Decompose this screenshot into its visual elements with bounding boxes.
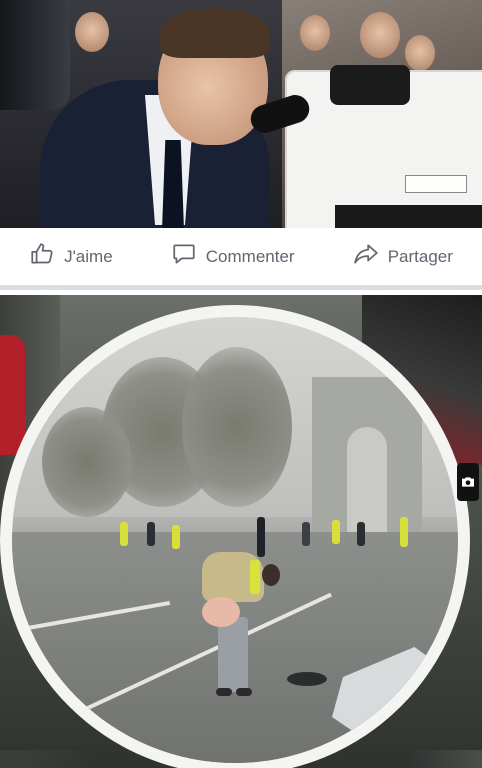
post-action-bar: J'aime Commenter Partager — [0, 228, 482, 290]
microscope-label — [405, 175, 467, 193]
protester — [302, 522, 310, 546]
microscope-head — [330, 65, 410, 105]
post-photo-microscope[interactable] — [0, 0, 482, 228]
comment-button[interactable]: Commenter — [171, 241, 295, 272]
comment-bubble-icon — [171, 241, 197, 272]
arch-opening — [347, 427, 387, 537]
crowd-face — [75, 12, 109, 52]
circular-photo — [12, 317, 458, 763]
crouching-protester — [202, 552, 282, 696]
necktie — [162, 140, 184, 228]
tree — [182, 347, 292, 507]
protester — [400, 517, 408, 547]
thumbs-up-icon — [29, 241, 55, 272]
hair — [160, 8, 270, 58]
vest-stripe — [250, 560, 260, 594]
share-button[interactable]: Partager — [353, 241, 453, 272]
protester — [172, 525, 180, 549]
crowd-face — [300, 15, 330, 51]
protester — [120, 522, 128, 546]
tree — [42, 407, 132, 517]
tv-camera — [0, 0, 70, 110]
comment-label: Commenter — [205, 246, 295, 266]
post-photo-protest[interactable] — [0, 295, 482, 768]
share-arrow-icon — [353, 241, 379, 272]
protester — [147, 522, 155, 546]
protester — [357, 522, 365, 546]
share-label: Partager — [387, 246, 453, 266]
protester — [257, 517, 265, 557]
like-button[interactable]: J'aime — [29, 241, 113, 272]
microscope-base — [335, 205, 482, 228]
crowd-face — [405, 35, 435, 71]
like-label: J'aime — [64, 246, 113, 266]
bare-bottom — [202, 597, 240, 627]
crowd-face — [360, 12, 400, 58]
shoe — [236, 688, 252, 696]
camera-icon[interactable] — [457, 463, 479, 501]
head — [262, 564, 280, 586]
legs — [218, 617, 248, 692]
protester — [332, 520, 340, 544]
debris — [287, 672, 327, 686]
shoe — [216, 688, 232, 696]
photo-bottom-edge — [0, 750, 482, 768]
